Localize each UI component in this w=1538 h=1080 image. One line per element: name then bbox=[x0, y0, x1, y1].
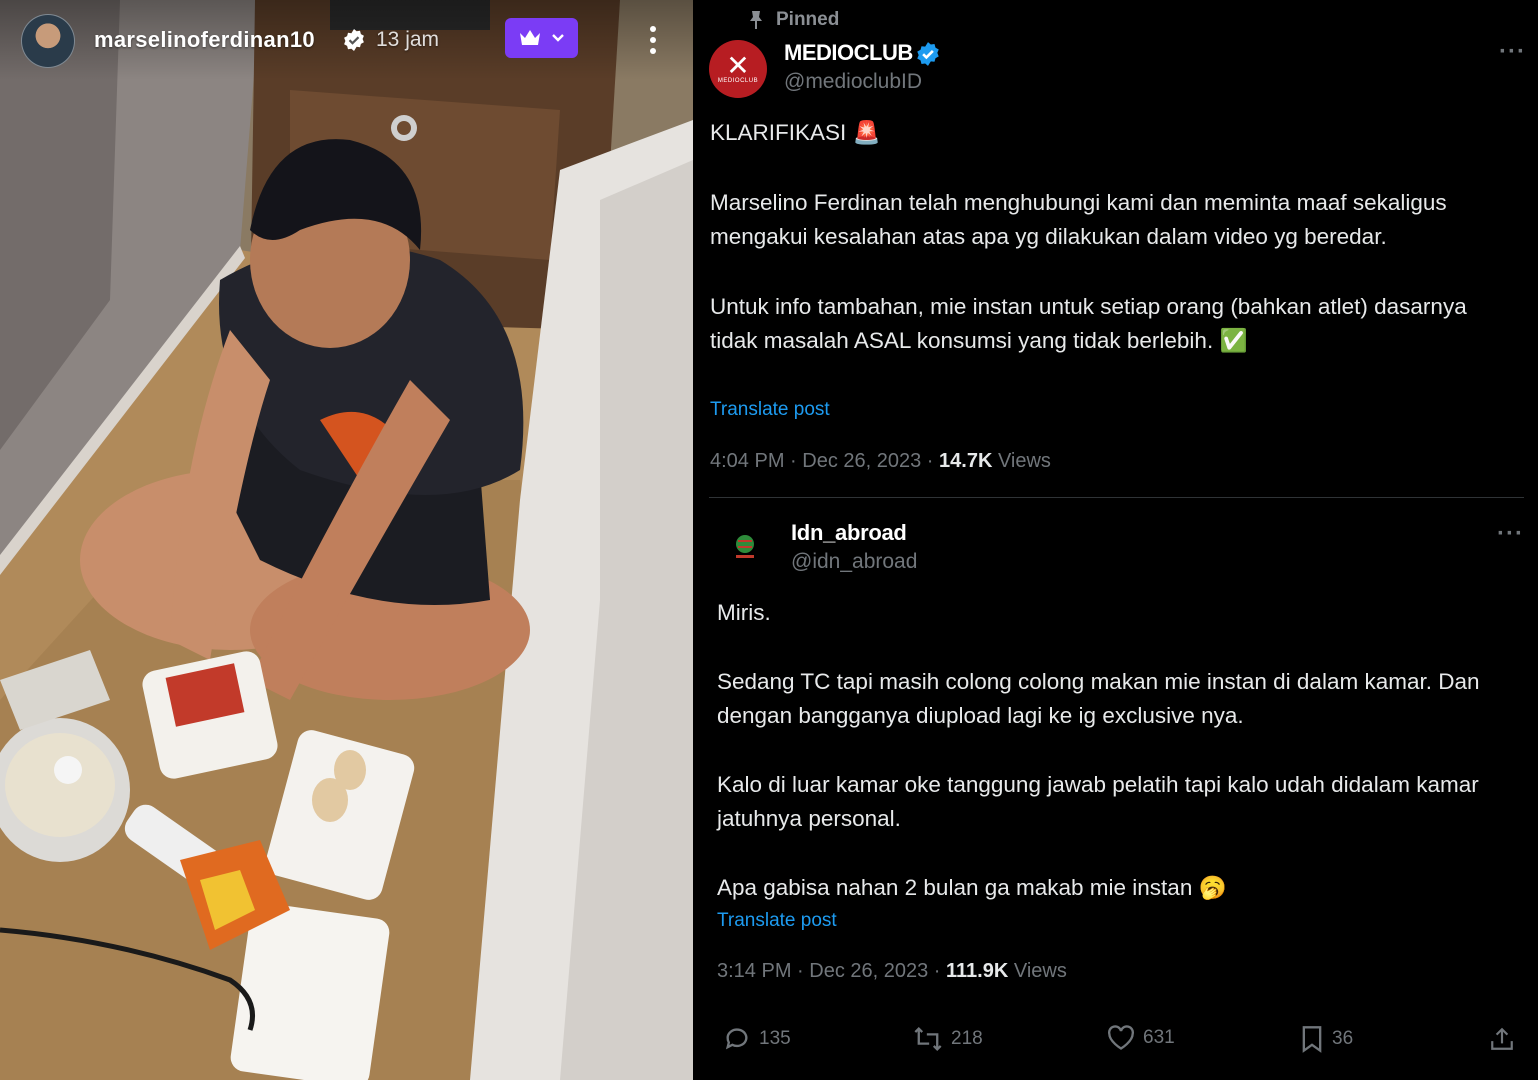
tweet2-paragraph: Sedang TC tapi masih colong colong makan… bbox=[717, 668, 1480, 729]
subscriber-story-button[interactable] bbox=[505, 18, 578, 58]
tweet2-body: Miris. Sedang TC tapi masih colong colon… bbox=[717, 596, 1517, 905]
tweets-panel: Pinned ✕ MEDIOCLUB MEDIOCLUB @medioclubI… bbox=[693, 0, 1538, 1080]
tweet1-views-count: 14.7K bbox=[939, 450, 993, 472]
tweet1-more-icon[interactable]: ··· bbox=[1499, 38, 1526, 66]
like-button[interactable]: 631 bbox=[1107, 1025, 1175, 1051]
tweet2-action-bar: 135 218 631 36 bbox=[723, 1025, 1523, 1061]
tweet1-paragraph: Marselino Ferdinan telah menghubungi kam… bbox=[710, 189, 1447, 250]
chevron-down-icon bbox=[551, 34, 564, 42]
share-icon bbox=[1491, 1027, 1513, 1050]
story-timestamp: 13 jam bbox=[376, 28, 440, 51]
crown-icon bbox=[519, 30, 540, 45]
bookmark-count: 36 bbox=[1332, 1028, 1354, 1049]
tweet-divider bbox=[709, 497, 1524, 498]
verified-badge-icon bbox=[917, 42, 939, 66]
pinned-indicator: Pinned bbox=[748, 9, 839, 31]
story-video-frame[interactable] bbox=[0, 0, 693, 1080]
story-panel: marselinoferdinan10 13 jam bbox=[0, 0, 693, 1080]
story-more-options-icon[interactable] bbox=[640, 22, 666, 58]
tweet2-views-label: Views bbox=[1008, 960, 1067, 982]
reply-button[interactable]: 135 bbox=[723, 1025, 791, 1053]
tweet2-more-icon[interactable]: ··· bbox=[1497, 520, 1524, 548]
tweet2-meta: 3:14 PM · Dec 26, 2023 · 111.9K Views bbox=[717, 960, 1067, 983]
tweet1-paragraph: KLARIFIKASI 🚨 bbox=[710, 120, 881, 145]
tweet2-display-name[interactable]: Idn_abroad bbox=[791, 520, 907, 546]
reply-icon bbox=[725, 1028, 748, 1050]
tweet1-paragraph: Untuk info tambahan, mie instan untuk se… bbox=[710, 293, 1467, 354]
tweet2-paragraph: Miris. bbox=[717, 600, 771, 625]
pinned-label: Pinned bbox=[776, 9, 840, 30]
verified-badge-icon bbox=[344, 29, 364, 51]
idn-abroad-avatar[interactable] bbox=[722, 523, 768, 569]
globe-logo-icon bbox=[736, 535, 754, 558]
bookmark-icon bbox=[1302, 1026, 1322, 1053]
tweet1-meta: 4:04 PM · Dec 26, 2023 · 14.7K Views bbox=[710, 450, 1051, 473]
medioclub-logo-icon: ✕ bbox=[726, 50, 750, 81]
medioclub-avatar[interactable]: ✕ MEDIOCLUB bbox=[709, 40, 767, 98]
tweet2-views-count: 111.9K bbox=[946, 960, 1009, 982]
story-user-avatar[interactable] bbox=[21, 14, 75, 68]
tweet1-display-name[interactable]: MEDIOCLUB bbox=[784, 40, 913, 66]
repost-count: 218 bbox=[951, 1028, 983, 1049]
like-count: 631 bbox=[1143, 1027, 1175, 1048]
tweet1-timestamp[interactable]: 4:04 PM · Dec 26, 2023 · bbox=[710, 450, 939, 472]
repost-button[interactable]: 218 bbox=[913, 1025, 983, 1053]
tweet1-translate-link[interactable]: Translate post bbox=[710, 399, 830, 421]
tweet1-views-label: Views bbox=[992, 450, 1051, 472]
tweet1-handle[interactable]: @medioclubID bbox=[784, 70, 922, 94]
tweet1-body: KLARIFIKASI 🚨 Marselino Ferdinan telah m… bbox=[710, 116, 1500, 359]
repost-icon bbox=[914, 1026, 942, 1052]
pin-icon bbox=[750, 11, 762, 29]
story-username[interactable]: marselinoferdinan10 bbox=[94, 27, 315, 53]
share-button[interactable] bbox=[1489, 1025, 1515, 1053]
tweet2-paragraph: Kalo di luar kamar oke tanggung jawab pe… bbox=[717, 771, 1479, 832]
tweet2-translate-link[interactable]: Translate post bbox=[717, 910, 837, 932]
tweet2-handle[interactable]: @idn_abroad bbox=[791, 550, 917, 574]
heart-icon bbox=[1108, 1025, 1134, 1050]
tweet2-paragraph: Apa gabisa nahan 2 bulan ga makab mie in… bbox=[717, 874, 1227, 900]
medioclub-logo-text: MEDIOCLUB bbox=[717, 78, 759, 84]
reply-count: 135 bbox=[759, 1028, 791, 1049]
tweet2-timestamp[interactable]: 3:14 PM · Dec 26, 2023 · bbox=[717, 960, 946, 982]
bookmark-button[interactable]: 36 bbox=[1300, 1025, 1353, 1053]
